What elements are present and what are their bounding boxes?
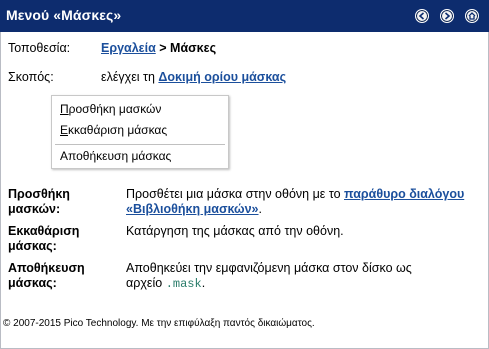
term-line: Αποθήκευση — [8, 261, 85, 275]
desc-end: . — [201, 276, 206, 290]
purpose-label: Σκοπός: — [8, 70, 54, 84]
definition-term-clear-mask: Εκκαθάριση μάσκας: — [8, 224, 118, 254]
mask-extension-code: .mask — [165, 277, 202, 291]
definition-desc-add-masks: Προσθέτει μια μάσκα στην οθόνη με το παρ… — [126, 187, 466, 217]
breadcrumb-separator: > — [159, 41, 167, 55]
desc-line-2: αρχείο .mask. — [126, 276, 466, 292]
purpose-text: ελέγχει τη — [101, 70, 155, 84]
copyright-footer: © 2007-2015 Pico Technology. Με την επιφ… — [3, 318, 315, 329]
desc-text: Προσθέτει μια μάσκα στην οθόνη με το — [126, 187, 344, 201]
menu-separator — [55, 144, 225, 145]
term-line: Εκκαθάριση — [8, 224, 80, 238]
menu-item-save-mask[interactable]: Αποθήκευση μάσκας — [60, 149, 171, 163]
masks-menu-popup: Προσθήκη μασκών Εκκαθάριση μάσκας Αποθήκ… — [51, 95, 229, 169]
home-icon[interactable] — [465, 9, 479, 23]
breadcrumb-current: Μάσκες — [170, 41, 217, 55]
title-bar: Μενού «Μάσκες» — [0, 0, 489, 32]
navigation-buttons — [415, 9, 479, 23]
definition-desc-clear-mask: Κατάργηση της μάσκας από την οθόνη. — [126, 224, 344, 238]
menu-item-mnemonic: Ε — [60, 123, 69, 137]
menu-item-mnemonic: Π — [60, 102, 69, 116]
term-line: μασκών: — [8, 202, 61, 216]
desc-text: αρχείο — [126, 276, 166, 290]
desc-text: Αποθηκεύει την εμφανιζόμενη μάσκα στον δ… — [126, 261, 412, 275]
term-line: Προσθήκη — [8, 187, 70, 201]
definition-term-save-mask: Αποθήκευση μάσκας: — [8, 261, 118, 291]
menu-item-label: κκαθάριση μάσκας — [68, 123, 168, 137]
menu-item-label: ροσθήκη μασκών — [68, 102, 162, 116]
purpose-link[interactable]: Δοκιμή ορίου μάσκας — [158, 70, 286, 84]
menu-item-label: Αποθήκευση μάσκας — [60, 149, 172, 163]
definition-desc-save-mask: Αποθηκεύει την εμφανιζόμενη μάσκα στον δ… — [126, 261, 466, 292]
forward-icon[interactable] — [440, 9, 454, 23]
menu-item-add-masks[interactable]: Προσθήκη μασκών — [60, 102, 161, 116]
back-icon[interactable] — [415, 9, 429, 23]
definition-term-add-masks: Προσθήκη μασκών: — [8, 187, 118, 217]
breadcrumb: Εργαλεία > Μάσκες — [101, 41, 216, 55]
window-title: Μενού «Μάσκες» — [6, 7, 122, 23]
location-label: Τοποθεσία: — [8, 41, 71, 55]
purpose-text-row: ελέγχει τη Δοκιμή ορίου μάσκας — [101, 70, 286, 84]
breadcrumb-link-tools[interactable]: Εργαλεία — [101, 41, 156, 55]
help-window — [0, 0, 489, 349]
menu-item-clear-mask[interactable]: Εκκαθάριση μάσκας — [60, 123, 167, 137]
term-line: μάσκας: — [8, 239, 57, 253]
desc-end: . — [258, 202, 262, 216]
term-line: μάσκας: — [8, 276, 57, 290]
